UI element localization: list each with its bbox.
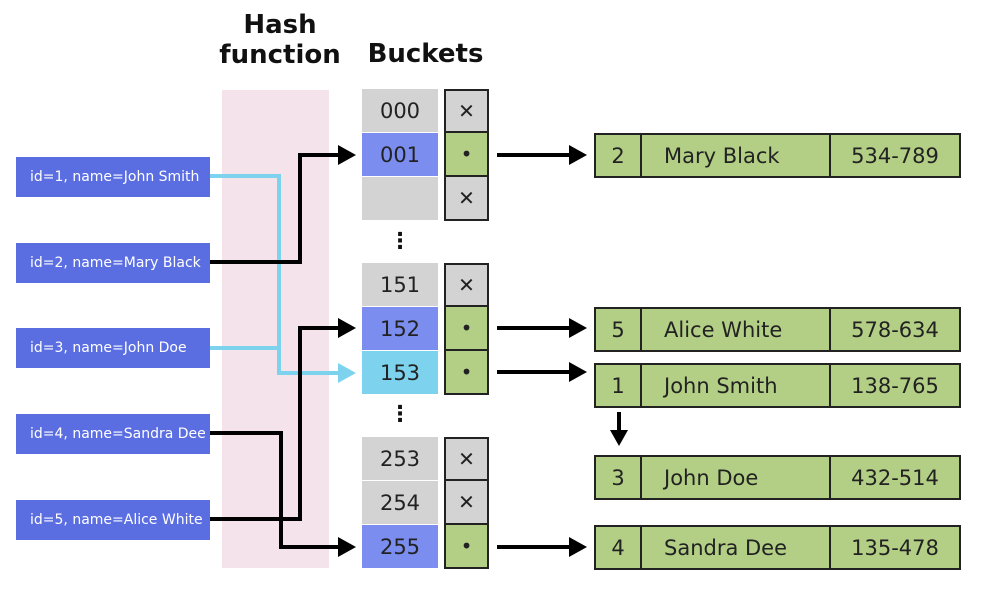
filled-slot-dot-icon[interactable]: • <box>444 351 489 395</box>
input-record[interactable]: id=2, name=Mary Black <box>16 243 210 283</box>
empty-slot-x-icon[interactable]: ✕ <box>444 177 489 221</box>
bucket-key[interactable] <box>362 177 438 220</box>
empty-slot-x-icon[interactable]: ✕ <box>444 263 489 307</box>
alice-white-hash-line <box>210 326 340 521</box>
input-record[interactable]: id=3, name=John Doe <box>16 328 210 368</box>
record-name[interactable]: John Smith <box>640 363 831 408</box>
ellipsis-icon: ⋮ <box>389 402 411 427</box>
arrowhead-icon <box>569 362 587 382</box>
record-phone[interactable]: 135-478 <box>829 525 961 570</box>
ellipsis-icon: ⋮ <box>389 229 411 254</box>
john-smith-hash-line <box>210 174 340 375</box>
bucket-key[interactable]: 152 <box>362 307 438 350</box>
mary-black-hash-line <box>210 153 340 264</box>
empty-slot-x-icon[interactable]: ✕ <box>444 437 489 481</box>
record-id[interactable]: 1 <box>594 363 642 408</box>
bucket-key[interactable]: 001 <box>362 133 438 176</box>
record-phone[interactable]: 578-634 <box>829 307 961 352</box>
record-id[interactable]: 3 <box>594 455 642 500</box>
empty-slot-x-icon[interactable]: ✕ <box>444 89 489 133</box>
bucket-key[interactable]: 253 <box>362 437 438 480</box>
sandra-dee-hash-line <box>210 431 340 549</box>
record-phone[interactable]: 534-789 <box>829 133 961 178</box>
bucket-key[interactable]: 254 <box>362 481 438 524</box>
arrowhead-icon <box>338 537 356 557</box>
bucket-key[interactable]: 151 <box>362 263 438 306</box>
input-record[interactable]: id=1, name=John Smith <box>16 157 210 197</box>
arrowhead-icon <box>569 318 587 338</box>
bucket-key[interactable]: 153 <box>362 351 438 394</box>
record-phone[interactable]: 138-765 <box>829 363 961 408</box>
record-id[interactable]: 4 <box>594 525 642 570</box>
filled-slot-dot-icon[interactable]: • <box>444 307 489 351</box>
record-phone[interactable]: 432-514 <box>829 455 961 500</box>
record-name[interactable]: Alice White <box>640 307 831 352</box>
arrowhead-icon <box>338 145 356 165</box>
filled-slot-dot-icon[interactable]: • <box>444 133 489 177</box>
filled-slot-dot-icon[interactable]: • <box>444 525 489 569</box>
record-name[interactable]: Sandra Dee <box>640 525 831 570</box>
arrowhead-icon <box>610 430 628 446</box>
empty-slot-x-icon[interactable]: ✕ <box>444 481 489 525</box>
bucket-key[interactable]: 255 <box>362 525 438 568</box>
arrowhead-icon <box>569 537 587 557</box>
record-name[interactable]: Mary Black <box>640 133 831 178</box>
input-record[interactable]: id=5, name=Alice White <box>16 500 210 540</box>
arrowhead-icon <box>338 318 356 338</box>
bucket-key[interactable]: 000 <box>362 89 438 132</box>
hash-table-diagram: Hash function Buckets id=1, name=John Sm… <box>0 0 986 590</box>
record-name[interactable]: John Doe <box>640 455 831 500</box>
record-id[interactable]: 2 <box>594 133 642 178</box>
arrowhead-icon <box>569 145 587 165</box>
record-id[interactable]: 5 <box>594 307 642 352</box>
arrowhead-icon <box>338 363 356 383</box>
input-record[interactable]: id=4, name=Sandra Dee <box>16 414 210 454</box>
